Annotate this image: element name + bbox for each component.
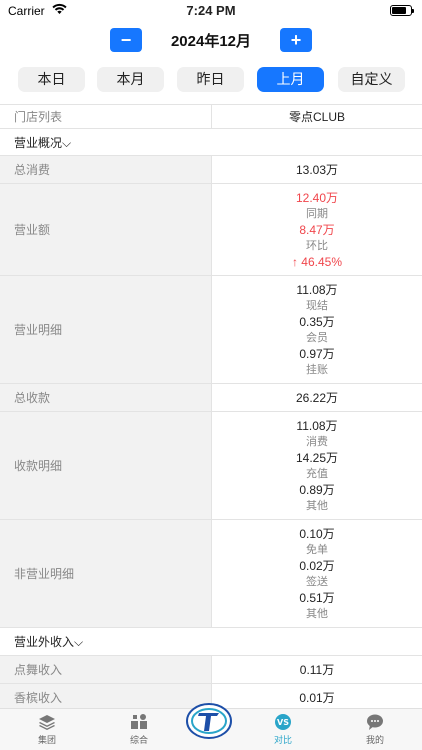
table-row: 营业明细 11.08万 现结 0.35万 会员 0.97万 挂账 bbox=[0, 276, 422, 384]
total-consumption-value: 13.03万 bbox=[212, 156, 422, 183]
chat-icon bbox=[367, 714, 383, 730]
next-month-button[interactable]: + bbox=[280, 28, 312, 52]
status-bar: Carrier 7:24 PM bbox=[0, 0, 422, 22]
tab-today[interactable]: 本日 bbox=[18, 67, 85, 92]
tab-last-month[interactable]: 上月 bbox=[257, 67, 324, 92]
bottom-tab-bar: 集团 综合 VS 对比 我的 bbox=[0, 703, 422, 750]
tab-custom[interactable]: 自定义 bbox=[338, 67, 405, 92]
total-consumption-label: 总消费 bbox=[0, 156, 212, 183]
revenue-value: 12.40万 同期 8.47万 环比 ↑ 46.45% bbox=[212, 184, 422, 275]
table-row: 非营业明细 0.10万 免单 0.02万 签送 0.51万 其他 bbox=[0, 520, 422, 628]
period-tabs: 本日 本月 昨日 上月 自定义 bbox=[0, 67, 422, 93]
revenue-label: 营业额 bbox=[0, 184, 212, 275]
champagne-income-label: 香槟收入 bbox=[0, 684, 212, 711]
current-month-label: 2024年12月 bbox=[170, 33, 252, 50]
vs-icon: VS bbox=[275, 714, 291, 730]
revenue-amount: 12.40万 bbox=[295, 190, 339, 205]
tab-compare[interactable]: VS 对比 bbox=[253, 713, 313, 746]
battery-icon bbox=[390, 5, 414, 16]
tab-mine[interactable]: 我的 bbox=[345, 713, 405, 746]
mom-label: 环比 bbox=[306, 239, 328, 252]
previous-month-button[interactable]: − bbox=[110, 28, 142, 52]
clock: 7:24 PM bbox=[186, 3, 236, 18]
table-row: 总收款 26.22万 bbox=[0, 384, 422, 412]
section-overview[interactable]: 营业概况⌵ bbox=[0, 129, 422, 156]
table-row: 点舞收入 0.11万 bbox=[0, 656, 422, 684]
tab-overview[interactable]: 综合 bbox=[109, 713, 169, 746]
total-received-value: 26.22万 bbox=[212, 384, 422, 411]
champagne-income-value: 0.01万 bbox=[212, 684, 422, 711]
tab-yesterday[interactable]: 昨日 bbox=[177, 67, 244, 92]
receipt-detail-value: 11.08万 消费 14.25万 充值 0.89万 其他 bbox=[212, 412, 422, 519]
table-row: 总消费 13.03万 bbox=[0, 156, 422, 184]
tab-group[interactable]: 集团 bbox=[17, 713, 77, 746]
yoy-label: 同期 bbox=[306, 207, 328, 220]
dance-income-label: 点舞收入 bbox=[0, 656, 212, 683]
section-overview-label: 营业概况⌵ bbox=[0, 129, 422, 155]
revenue-detail-label: 营业明细 bbox=[0, 276, 212, 383]
tab-this-month[interactable]: 本月 bbox=[97, 67, 164, 92]
revenue-detail-value: 11.08万 现结 0.35万 会员 0.97万 挂账 bbox=[212, 276, 422, 383]
yoy-amount: 8.47万 bbox=[299, 222, 335, 237]
grid-icon bbox=[131, 714, 147, 729]
layers-icon bbox=[39, 715, 55, 730]
table-row: 收款明细 11.08万 消费 14.25万 充值 0.89万 其他 bbox=[0, 412, 422, 520]
mom-change: ↑ 46.45% bbox=[291, 254, 343, 269]
svg-text:VS: VS bbox=[277, 718, 289, 727]
store-name[interactable]: 零点CLUB bbox=[212, 105, 422, 128]
section-extra-income[interactable]: 营业外收入⌵ bbox=[0, 628, 422, 656]
receipt-detail-label: 收款明细 bbox=[0, 412, 212, 519]
section-extra-income-label: 营业外收入⌵ bbox=[0, 628, 422, 655]
store-header-row: 门店列表 零点CLUB bbox=[0, 104, 422, 129]
store-list-label: 门店列表 bbox=[0, 105, 212, 128]
total-received-label: 总收款 bbox=[0, 384, 212, 411]
logo-icon[interactable] bbox=[184, 701, 234, 741]
dance-income-value: 0.11万 bbox=[212, 656, 422, 683]
non-revenue-detail-label: 非营业明细 bbox=[0, 520, 212, 627]
month-navigator: − 2024年12月 + bbox=[0, 28, 422, 54]
table-row: 营业额 12.40万 同期 8.47万 环比 ↑ 46.45% bbox=[0, 184, 422, 276]
non-revenue-detail-value: 0.10万 免单 0.02万 签送 0.51万 其他 bbox=[212, 520, 422, 627]
